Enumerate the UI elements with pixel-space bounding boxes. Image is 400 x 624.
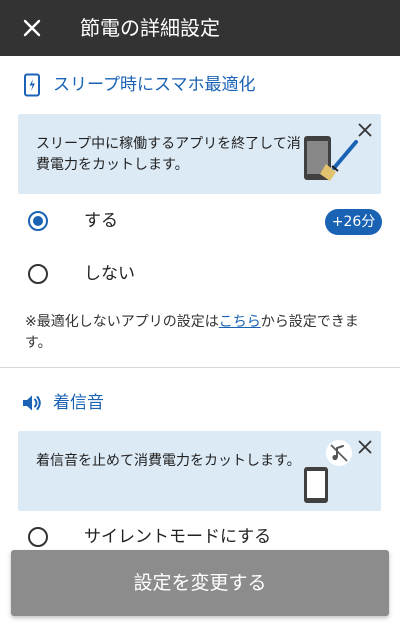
option-label-silent: サイレントモードにする	[84, 527, 272, 547]
settings-content[interactable]: スリープ時にスマホ最適化 スリープ中に稼働するアプリを終了して消費電力をカットし…	[0, 56, 400, 624]
speaker-icon	[23, 395, 41, 411]
radio-off[interactable]	[28, 264, 48, 284]
option-label-off: しない	[84, 264, 135, 284]
info-card-text: スリープ中に稼働するアプリを終了して消費電力をカットします。	[36, 136, 301, 173]
info-card-ringtone: 着信音を止めて消費電力をカットします。	[18, 431, 381, 511]
section-header-ringtone: 着信音	[0, 383, 400, 423]
note-prefix: ※最適化しないアプリの設定は	[25, 314, 219, 330]
section-title-sleep: スリープ時にスマホ最適化	[53, 75, 256, 95]
close-button[interactable]	[18, 14, 46, 42]
phone-muted-note-illustration	[304, 440, 352, 503]
option-label-on: する	[84, 211, 118, 231]
settings-note: ※最適化しないアプリの設定はこちらから設定できます。	[25, 312, 375, 354]
settings-link[interactable]: こちら	[219, 314, 261, 330]
section-title-ringtone: 着信音	[53, 393, 104, 413]
option-row-off[interactable]: しない	[0, 249, 400, 301]
close-icon	[23, 19, 41, 37]
close-icon	[358, 440, 372, 454]
phone-sleep-icon	[24, 73, 40, 97]
app-bar: 節電の詳細設定	[0, 0, 400, 56]
info-card-sleep: スリープ中に稼働するアプリを終了して消費電力をカットします。	[18, 114, 381, 194]
battery-gain-badge: +26分	[325, 209, 382, 235]
radio-silent[interactable]	[28, 527, 48, 547]
radio-on[interactable]	[28, 211, 48, 231]
dismiss-card-button[interactable]	[353, 435, 377, 459]
option-row-on[interactable]: する +26分	[0, 196, 400, 248]
phone-broom-illustration	[304, 136, 358, 181]
apply-settings-button[interactable]: 設定を変更する	[11, 550, 389, 616]
section-header-sleep: スリープ時にスマホ最適化	[0, 65, 400, 105]
section-divider	[0, 367, 400, 368]
page-title: 節電の詳細設定	[80, 16, 220, 40]
info-card-text: 着信音を止めて消費電力をカットします。	[36, 453, 301, 469]
